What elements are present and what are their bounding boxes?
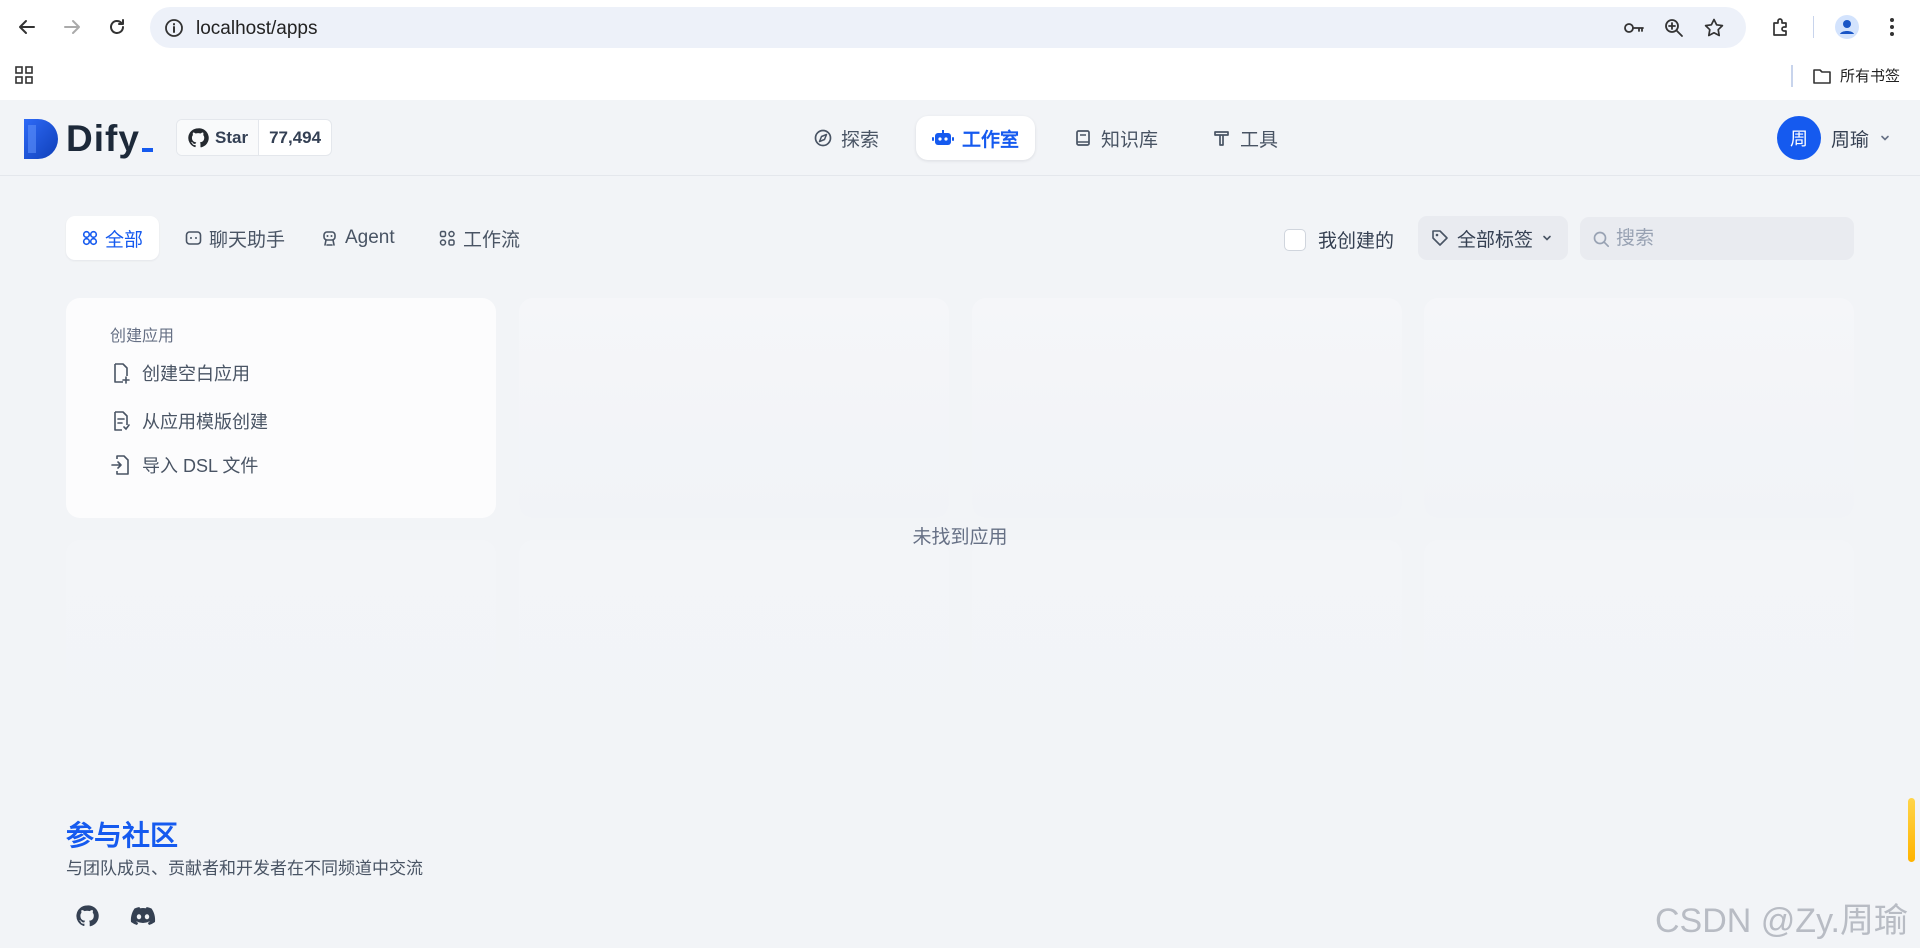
tag-icon (1432, 230, 1448, 246)
created-by-me-filter[interactable]: 我创建的 (1284, 226, 1394, 253)
all-bookmarks-button[interactable]: 所有书签 (1812, 65, 1900, 86)
search-input[interactable] (1616, 227, 1836, 250)
search-box[interactable] (1580, 217, 1854, 260)
file-plus-icon (114, 363, 130, 384)
github-icon (76, 905, 99, 927)
nav-tools[interactable]: 工具 (1196, 116, 1294, 160)
scroll-indicator[interactable] (1908, 798, 1915, 862)
grid-icon (82, 230, 98, 246)
tab-all-label: 全部 (105, 229, 144, 251)
create-from-template-label: 从应用模版创建 (142, 412, 268, 432)
tag-filter-label: 全部标签 (1457, 229, 1534, 251)
compass-icon (814, 129, 832, 147)
extensions-icon[interactable] (1766, 12, 1796, 42)
create-app-card: 创建应用 创建空白应用 从应用模版创建 导入 DSL 文件 (66, 298, 496, 518)
create-blank-app-button[interactable]: 创建空白应用 (110, 360, 250, 386)
github-icon (188, 127, 209, 147)
app-card-placeholder (1424, 540, 1854, 760)
github-star-label: Star (215, 127, 249, 147)
discord-icon (130, 907, 156, 925)
github-link[interactable] (71, 900, 103, 932)
folder-icon (1813, 68, 1831, 84)
file-import-icon (111, 455, 129, 475)
password-key-icon[interactable] (1622, 16, 1646, 40)
created-by-me-checkbox[interactable] (1284, 228, 1306, 251)
back-button[interactable] (12, 12, 42, 42)
app-card-placeholder (1424, 298, 1854, 518)
url-text[interactable]: localhost/apps (196, 18, 317, 40)
tab-all[interactable]: 全部 (66, 216, 160, 260)
tab-agent[interactable]: Agent (305, 216, 411, 260)
tab-workflow[interactable]: 工作流 (423, 216, 536, 260)
nav-explore-label: 探索 (841, 129, 880, 151)
tab-workflow-label: 工作流 (463, 229, 521, 251)
chevron-down-icon (1881, 135, 1889, 141)
created-by-me-label: 我创建的 (1318, 231, 1395, 252)
bookmark-star-icon[interactable] (1702, 16, 1726, 40)
dify-logo-icon (24, 119, 58, 159)
toolbar-divider (1813, 16, 1814, 38)
address-bar[interactable]: localhost/apps (150, 7, 1746, 48)
browser-menu-icon[interactable] (1877, 12, 1907, 42)
discord-link[interactable] (127, 900, 159, 932)
search-icon (1593, 231, 1610, 247)
nav-tools-label: 工具 (1240, 129, 1279, 151)
create-app-title: 创建应用 (110, 328, 175, 345)
zoom-icon[interactable] (1662, 16, 1686, 40)
avatar[interactable]: 周 (1777, 116, 1821, 160)
file-template-icon (114, 411, 130, 431)
app-header: Dify Star 77,494 探索 工作室 知识库 工具 周 周瑜 (0, 100, 1920, 176)
reload-button[interactable] (102, 12, 132, 42)
community-title: 参与社区 (66, 820, 179, 851)
robot-icon (932, 130, 954, 145)
logo-cursor (141, 148, 153, 152)
community-description: 与团队成员、贡献者和开发者在不同频道中交流 (66, 859, 423, 878)
profile-icon[interactable] (1832, 12, 1862, 42)
app-card-placeholder (519, 540, 949, 760)
app-card-placeholder (519, 298, 949, 518)
tab-agent-label: Agent (345, 227, 395, 248)
create-blank-app-label: 创建空白应用 (142, 364, 250, 384)
workflow-icon (439, 230, 455, 246)
reload-icon (110, 19, 124, 34)
user-name[interactable]: 周瑜 (1831, 125, 1869, 152)
nav-studio-label: 工作室 (962, 129, 1020, 151)
github-star-badge[interactable]: Star 77,494 (176, 119, 333, 156)
chevron-down-icon (1543, 235, 1551, 241)
site-info-icon[interactable] (164, 18, 184, 43)
all-bookmarks-label: 所有书签 (1840, 68, 1901, 85)
nav-knowledge[interactable]: 知识库 (1057, 116, 1174, 160)
arrow-left-icon (19, 20, 35, 34)
tag-filter-select[interactable]: 全部标签 (1418, 216, 1568, 260)
tab-chat-assistant[interactable]: 聊天助手 (169, 216, 301, 260)
logo-text: Dify (66, 118, 140, 159)
browser-toolbar: localhost/apps (0, 0, 1920, 55)
dify-logo[interactable]: Dify (24, 118, 153, 160)
forward-button[interactable] (57, 12, 87, 42)
watermark: CSDN @Zy.周瑜 (1655, 902, 1908, 940)
nav-knowledge-label: 知识库 (1101, 129, 1159, 151)
arrow-right-icon (64, 20, 80, 34)
chat-bubble-icon (185, 231, 202, 245)
bookmarks-divider (1791, 65, 1793, 87)
user-menu[interactable]: 周 周瑜 (1777, 116, 1891, 160)
app-card-placeholder (972, 298, 1402, 518)
nav-explore[interactable]: 探索 (797, 116, 895, 160)
app-card-placeholder (66, 540, 496, 760)
hammer-icon (1214, 131, 1229, 146)
apps-grid-icon[interactable] (14, 65, 34, 90)
github-star-button[interactable]: Star (177, 120, 260, 155)
agent-icon (323, 230, 336, 246)
import-dsl-button[interactable]: 导入 DSL 文件 (110, 452, 258, 478)
book-icon (1076, 130, 1090, 146)
github-star-count[interactable]: 77,494 (259, 120, 331, 155)
tab-chat-assistant-label: 聊天助手 (209, 229, 286, 251)
empty-state-message: 未找到应用 (912, 527, 1008, 548)
app-card-placeholder (972, 540, 1402, 760)
create-from-template-button[interactable]: 从应用模版创建 (110, 408, 268, 434)
import-dsl-label: 导入 DSL 文件 (142, 456, 259, 476)
bookmarks-bar: 所有书签 (0, 55, 1920, 100)
nav-studio[interactable]: 工作室 (916, 116, 1036, 160)
